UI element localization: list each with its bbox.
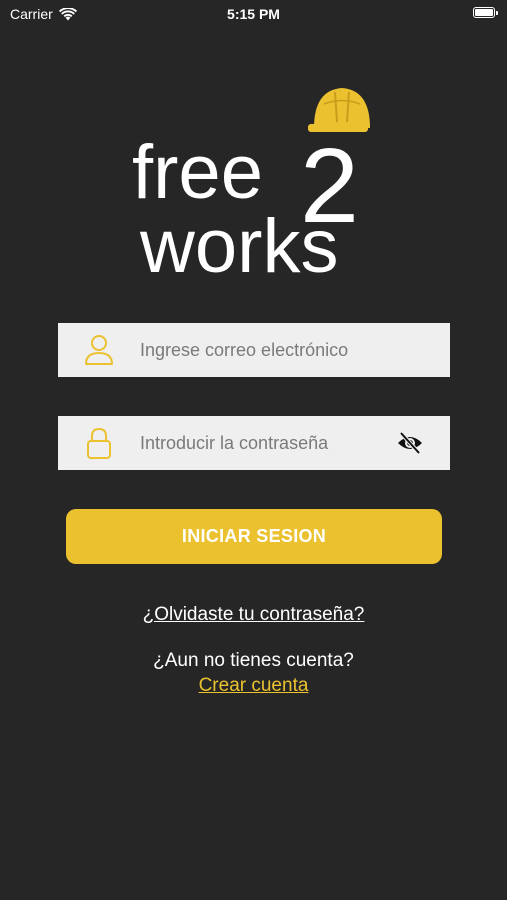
eye-off-icon[interactable] [396,431,424,455]
hard-hat-icon [308,88,370,132]
forgot-password-link[interactable]: ¿Olvidaste tu contraseña? [0,604,507,626]
create-account-link[interactable]: Crear cuenta [0,675,507,697]
login-button[interactable]: INICIAR SESION [66,509,442,564]
battery-icon [473,7,498,18]
logo-free-text: free [132,130,263,215]
battery-level [475,9,493,16]
status-time: 5:15 PM [227,6,280,22]
status-bar: Carrier 5:15 PM [0,0,507,28]
logo-works-text: works [139,204,338,280]
lock-icon [87,427,111,459]
password-field-container [58,416,450,470]
password-input[interactable] [140,416,380,470]
user-icon [85,335,113,365]
email-field-container [58,323,450,377]
no-account-text: ¿Aun no tienes cuenta? [153,650,354,671]
app-logo: free 2 works [128,84,378,280]
email-input[interactable] [140,323,430,377]
